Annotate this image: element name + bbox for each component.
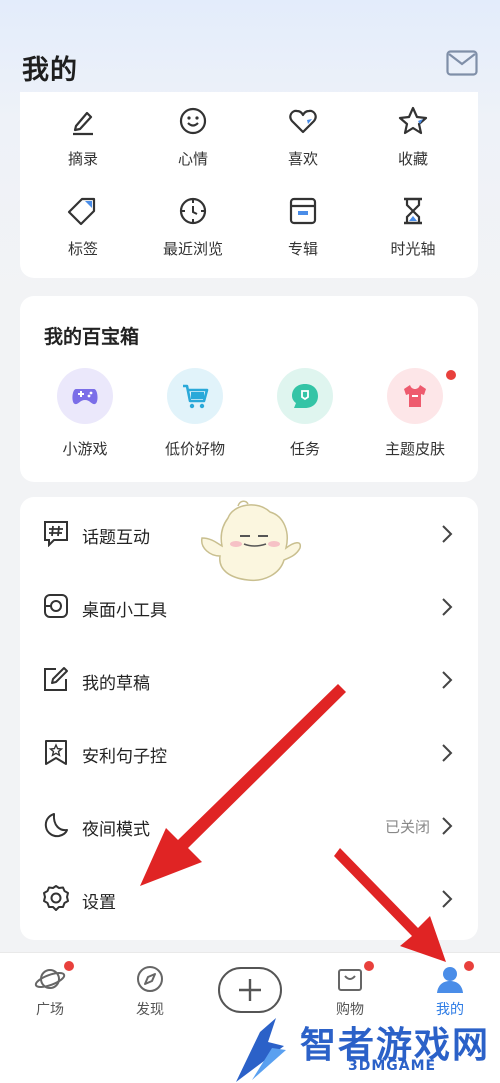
- menu-item-night-mode[interactable]: 夜间模式 已关闭: [20, 789, 478, 862]
- create-post-button[interactable]: [218, 967, 282, 1013]
- menu-item-label: 安利句子控: [82, 747, 167, 767]
- gear-icon: [43, 885, 69, 911]
- clock-icon: [179, 197, 207, 225]
- tool-icon-circle: [57, 368, 113, 424]
- toolbox-item-label: 低价好物: [164, 440, 225, 458]
- grid-item-label: 时光轴: [390, 240, 436, 258]
- mail-icon[interactable]: [446, 50, 478, 76]
- mascot-sticker: [201, 500, 302, 582]
- toolbox-item-mini-games[interactable]: 小游戏: [30, 368, 140, 459]
- grid-item-excerpt[interactable]: 摘录: [28, 104, 138, 174]
- bookmark-star-icon: [45, 740, 67, 765]
- night-mode-status: 已关闭: [384, 818, 430, 836]
- tab-discover[interactable]: 发现: [100, 953, 200, 1029]
- smile-icon: [179, 107, 207, 135]
- grid-item-label: 摘录: [67, 150, 98, 168]
- star-icon: [398, 106, 428, 135]
- hashtag-chat-icon: [44, 521, 68, 547]
- page-title: 我的: [22, 55, 78, 86]
- grid-item-album[interactable]: 专辑: [248, 194, 358, 264]
- notification-badge: [446, 370, 456, 380]
- toolbox-item-label: 任务: [289, 440, 320, 458]
- grid-item-recent[interactable]: 最近浏览: [138, 194, 248, 264]
- toolbox-item-label: 主题皮肤: [384, 440, 445, 458]
- grid-item-like[interactable]: 喜欢: [248, 104, 358, 174]
- chevron-right-icon: [442, 598, 453, 616]
- grid-item-label: 专辑: [287, 240, 318, 258]
- shirt-icon: [404, 385, 426, 407]
- tab-label: 发现: [136, 1002, 164, 1018]
- header: 我的: [0, 0, 500, 95]
- grid-item-favorite[interactable]: 收藏: [358, 104, 468, 174]
- tab-label: 广场: [36, 1002, 64, 1018]
- tab-square[interactable]: 广场: [0, 953, 100, 1029]
- compass-icon: [137, 966, 163, 992]
- album-icon: [289, 197, 317, 225]
- grid-item-label: 标签: [67, 240, 98, 258]
- hourglass-icon: [404, 197, 422, 225]
- grid-item-tags[interactable]: 标签: [28, 194, 138, 264]
- bag-icon: [338, 969, 362, 991]
- task-bubble-icon: [292, 384, 318, 408]
- widget-icon: [44, 594, 68, 618]
- cart-icon: [183, 384, 209, 409]
- menu-item-label: 我的草稿: [82, 674, 150, 694]
- tool-icon-circle: [167, 368, 223, 424]
- tag-icon: [67, 197, 96, 226]
- notification-badge: [364, 961, 374, 971]
- menu-item-label: 话题互动: [82, 528, 150, 548]
- grid-item-mood[interactable]: 心情: [138, 104, 248, 174]
- grid-item-label: 收藏: [397, 150, 428, 168]
- menu-item-settings[interactable]: 设置: [20, 862, 478, 935]
- menu-item-label: 桌面小工具: [82, 601, 167, 621]
- pen-icon: [73, 111, 93, 136]
- draft-icon: [44, 667, 68, 691]
- menu-item-label: 夜间模式: [82, 820, 150, 840]
- notification-badge: [464, 961, 474, 971]
- menu-item-label: 设置: [82, 893, 116, 913]
- tool-icon-circle: [277, 368, 333, 424]
- planet-icon: [34, 969, 66, 989]
- grid-item-label: 喜欢: [287, 150, 318, 168]
- gamepad-icon: [72, 389, 98, 405]
- toolbox-item-tasks[interactable]: 任务: [250, 368, 360, 459]
- chevron-right-icon: [442, 525, 453, 543]
- chevron-right-icon: [442, 817, 453, 835]
- heart-icon: [289, 109, 317, 134]
- toolbox-card: 我的百宝箱 小游戏 低价好物 任务 主题皮肤: [20, 296, 478, 482]
- plus-icon: [239, 979, 261, 1001]
- tool-icon-circle: [387, 368, 443, 424]
- grid-item-label: 最近浏览: [162, 240, 223, 258]
- moon-icon: [44, 813, 68, 838]
- menu-item-recommend-quotes[interactable]: 安利句子控: [20, 716, 478, 789]
- toolbox-item-themes[interactable]: 主题皮肤: [360, 368, 470, 459]
- notification-badge: [64, 961, 74, 971]
- grid-item-label: 心情: [177, 150, 208, 168]
- chevron-right-icon: [442, 744, 453, 762]
- user-icon: [437, 967, 463, 993]
- quick-access-card: 摘录 心情 喜欢 收藏 标签 最近浏览 专辑 时光轴: [20, 92, 478, 278]
- menu-item-drafts[interactable]: 我的草稿: [20, 643, 478, 716]
- toolbox-item-deals[interactable]: 低价好物: [140, 368, 250, 459]
- chevron-right-icon: [442, 671, 453, 689]
- chevron-right-icon: [442, 890, 453, 908]
- watermark-subtext: 3DMGAME: [348, 1058, 437, 1074]
- toolbox-item-label: 小游戏: [62, 440, 108, 458]
- toolbox-title: 我的百宝箱: [44, 326, 140, 348]
- grid-item-timeline[interactable]: 时光轴: [358, 194, 468, 264]
